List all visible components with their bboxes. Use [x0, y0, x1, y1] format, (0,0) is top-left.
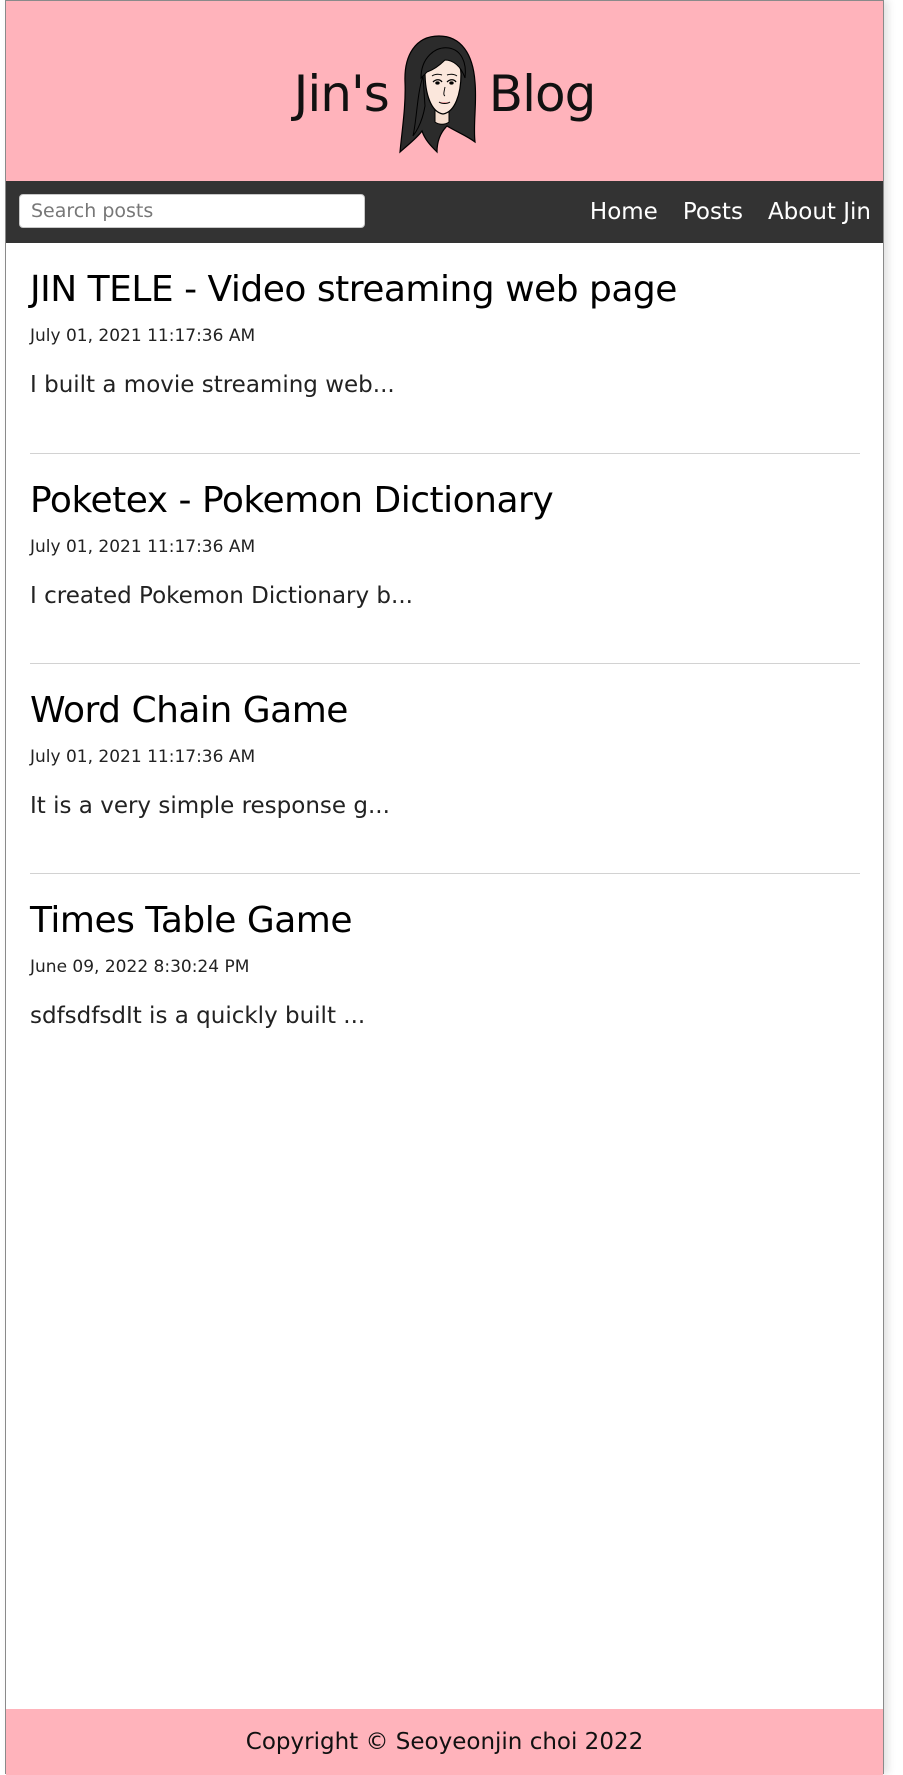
site-footer: Copyright © Seoyeonjin choi 2022 — [6, 1709, 883, 1775]
search-input[interactable] — [19, 194, 365, 228]
top-navbar: Home Posts About Jin — [6, 181, 883, 243]
site-logo[interactable]: Jin's Blog — [294, 32, 596, 156]
post-title[interactable]: Word Chain Game — [30, 690, 348, 731]
post-excerpt: It is a very simple response g... — [30, 793, 390, 819]
post-title[interactable]: Times Table Game — [30, 900, 353, 941]
nav-link-about[interactable]: About Jin — [768, 199, 871, 225]
post-item: Word Chain Game July 01, 2021 11:17:36 A… — [30, 663, 860, 873]
post-item: Times Table Game June 09, 2022 8:30:24 P… — [30, 873, 860, 1083]
post-excerpt: sdfsdfsdIt is a quickly built ... — [30, 1003, 366, 1029]
post-item: Poketex - Pokemon Dictionary July 01, 20… — [30, 453, 860, 663]
avatar-icon — [399, 35, 476, 154]
post-excerpt: I built a movie streaming web... — [30, 372, 395, 398]
nav-link-home[interactable]: Home — [590, 199, 658, 225]
copyright-text: Copyright © Seoyeonjin choi 2022 — [245, 1729, 644, 1755]
post-date: July 01, 2021 11:17:36 AM — [30, 537, 256, 557]
post-title[interactable]: Poketex - Pokemon Dictionary — [30, 480, 554, 521]
post-title[interactable]: JIN TELE - Video streaming web page — [30, 269, 677, 310]
post-date: June 09, 2022 8:30:24 PM — [30, 957, 250, 977]
nav-links: Home Posts About Jin — [590, 181, 871, 243]
nav-link-posts[interactable]: Posts — [683, 199, 743, 225]
post-date: July 01, 2021 11:17:36 AM — [30, 326, 256, 346]
post-item: JIN TELE - Video streaming web page July… — [30, 243, 860, 453]
post-date: July 01, 2021 11:17:36 AM — [30, 747, 256, 767]
site-title-left: Jin's — [293, 65, 390, 123]
site-title-right: Blog — [488, 65, 597, 123]
post-excerpt: I created Pokemon Dictionary b... — [30, 583, 413, 609]
page: Jin's Blog Search posts Home Posts About… — [5, 0, 884, 1775]
site-header: Jin's Blog — [6, 1, 883, 181]
post-list: JIN TELE - Video streaming web page July… — [30, 243, 860, 1083]
